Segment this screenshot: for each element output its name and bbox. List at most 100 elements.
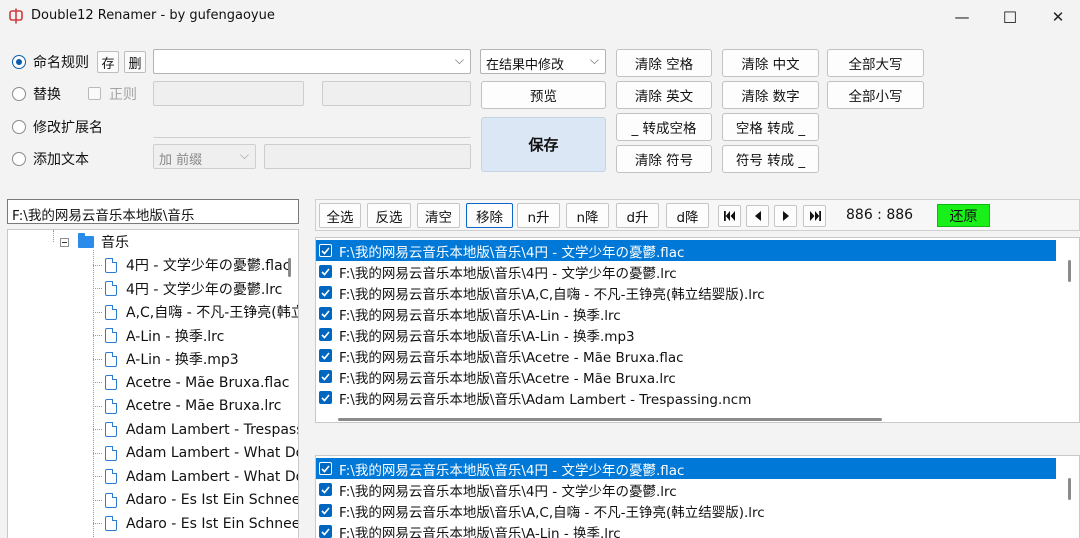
clear-space-button[interactable]: 清除 空格 [616,49,712,77]
file-icon [105,328,117,343]
regex-checkbox[interactable] [88,87,101,100]
tree-file-item[interactable]: Adaro - Es Ist Ein Schnee Gefallen.flac [93,489,298,511]
skip-first-icon[interactable] [718,205,741,227]
file-list-row[interactable]: F:\我的网易云音乐本地版\音乐\A,C,自嗨 - 不凡-王铮亮(韩立结婴版).… [316,282,1056,303]
sort-date-asc-button[interactable]: d升 [616,203,659,228]
delete-rule-button[interactable]: 删 [124,51,146,73]
invert-selection-button[interactable]: 反选 [367,203,411,228]
row-checkbox[interactable] [319,328,332,341]
add-text-field[interactable] [264,144,471,169]
space-to-underscore-button[interactable]: 空格 转成 _ [722,113,819,141]
file-path-label: F:\我的网易云音乐本地版\音乐\A-Lin - 换季.lrc [339,307,621,324]
naming-rule-radio[interactable] [12,55,26,69]
tree-file-item[interactable]: A-Lin - 换季.lrc [93,325,224,347]
tree-file-item[interactable]: 4円 - 文学少年の憂鬱.flac [93,254,290,276]
file-list-row[interactable]: F:\我的网易云音乐本地版\音乐\Adam Lambert - Trespass… [316,387,1056,408]
folder-tree[interactable]: 音乐 4円 - 文学少年の憂鬱.flac 4円 - 文学少年の憂鬱.lrc A,C,… [7,229,299,538]
all-upper-button[interactable]: 全部大写 [827,49,924,77]
tree-file-item[interactable]: A,C,自嗨 - 不凡-王铮亮(韩立结婴版).lrc [93,301,298,323]
naming-rule-combo[interactable]: ⌵ [153,49,471,74]
tree-file-item[interactable]: Adam Lambert - Trespassing.ncm [93,419,298,441]
replace-with-field[interactable] [322,81,471,106]
select-all-button[interactable]: 全选 [319,203,361,228]
tree-file-item[interactable]: Adaro - Es Ist Ein Schnee Gefallen.lrc [93,513,298,535]
close-button[interactable]: ✕ [1034,0,1080,34]
save-rule-button[interactable]: 存 [97,51,119,73]
mode-select[interactable]: 在结果中修改 ⌵ [480,49,606,74]
file-list-row[interactable]: F:\我的网易云音乐本地版\音乐\4円 - 文学少年の憂鬱.flac [316,240,1056,261]
row-checkbox[interactable] [319,504,332,517]
sort-name-desc-button[interactable]: n降 [566,203,609,228]
clear-chinese-button[interactable]: 清除 中文 [722,49,819,77]
symbol-to-underscore-button[interactable]: 符号 转成 _ [722,145,819,173]
all-lower-button[interactable]: 全部小写 [827,81,924,109]
file-list-row[interactable]: F:\我的网易云音乐本地版\音乐\Acetre - Mãe Bruxa.lrc [316,366,1056,387]
tree-scrollbar[interactable] [288,258,291,277]
skip-last-icon[interactable] [803,205,826,227]
maximize-button[interactable]: ☐ [986,0,1034,34]
row-checkbox[interactable] [319,349,332,362]
sort-name-asc-button[interactable]: n升 [517,203,560,228]
file-path-label: F:\我的网易云音乐本地版\音乐\4円 - 文学少年の憂鬱.flac [339,462,685,479]
next-icon[interactable] [774,205,797,227]
tree-file-item[interactable]: Adam Lambert - What Do You Want From Me.… [93,466,298,488]
file-list-row[interactable]: F:\我的网易云音乐本地版\音乐\Acetre - Mãe Bruxa.flac [316,345,1056,366]
tree-folder-music[interactable]: 音乐 [60,231,129,253]
row-checkbox[interactable] [319,462,332,475]
extension-field[interactable] [153,113,471,138]
modify-ext-radio[interactable] [12,120,26,134]
list-toolbar: 全选 反选 清空 移除 n升 n降 d升 d降 886 : 886 还原 [315,199,1080,231]
original-list-vscrollbar[interactable] [1068,260,1071,282]
row-checkbox[interactable] [319,391,332,404]
replace-find-field[interactable] [153,81,304,106]
row-checkbox[interactable] [319,244,332,257]
file-list-row[interactable]: F:\我的网易云音乐本地版\音乐\4円 - 文学少年の憂鬱.flac [316,458,1056,479]
file-icon [105,516,117,531]
restore-button[interactable]: 还原 [937,204,990,227]
result-list-vscrollbar[interactable] [1068,478,1071,500]
add-text-radio[interactable] [12,152,26,166]
save-button[interactable]: 保存 [481,117,606,172]
file-list-row[interactable]: F:\我的网易云音乐本地版\音乐\A-Lin - 换季.lrc [316,303,1056,324]
preview-button[interactable]: 预览 [481,81,606,109]
underscore-to-space-button[interactable]: _ 转成空格 [616,113,712,141]
clear-symbol-button[interactable]: 清除 符号 [616,145,712,173]
file-list-row[interactable]: F:\我的网易云音乐本地版\音乐\A,C,自嗨 - 不凡-王铮亮(韩立结婴版).… [316,500,1056,521]
tree-file-item[interactable]: Acetre - Mãe Bruxa.flac [93,372,290,394]
folder-path-field[interactable]: F:\我的网易云音乐本地版\音乐 [7,199,299,224]
file-list-row[interactable]: F:\我的网易云音乐本地版\音乐\4円 - 文学少年の憂鬱.lrc [316,261,1056,282]
checkmark-icon [321,267,330,276]
minimize-button[interactable]: — [938,0,986,34]
original-list-hscrollbar[interactable] [338,418,882,421]
tree-file-item[interactable]: Acetre - Mãe Bruxa.lrc [93,395,281,417]
row-checkbox[interactable] [319,525,332,538]
result-file-list[interactable]: F:\我的网易云音乐本地版\音乐\4円 - 文学少年の憂鬱.flac F:\我的网… [315,455,1080,538]
maximize-icon: ☐ [1002,7,1018,27]
clear-list-button[interactable]: 清空 [417,203,460,228]
sort-date-desc-button[interactable]: d降 [666,203,709,228]
row-checkbox[interactable] [319,265,332,278]
file-path-label: F:\我的网易云音乐本地版\音乐\A,C,自嗨 - 不凡-王铮亮(韩立结婴版).… [339,286,765,303]
tree-file-item[interactable]: A-Lin - 换季.mp3 [93,348,239,370]
checkmark-icon [321,330,330,339]
file-list-row[interactable]: F:\我的网易云音乐本地版\音乐\4円 - 文学少年の憂鬱.lrc [316,479,1056,500]
modify-ext-label: 修改扩展名 [33,120,103,136]
row-checkbox[interactable] [319,307,332,320]
row-checkbox[interactable] [319,286,332,299]
tree-file-item[interactable]: Adam Lambert - What Do You Want From Me.… [93,442,298,464]
file-list-row[interactable]: F:\我的网易云音乐本地版\音乐\A-Lin - 换季.mp3 [316,324,1056,345]
original-file-list[interactable]: F:\我的网易云音乐本地版\音乐\4円 - 文学少年の憂鬱.flac F:\我的网… [315,237,1080,423]
collapse-icon[interactable] [60,237,69,247]
replace-radio[interactable] [12,87,26,101]
clear-english-button[interactable]: 清除 英文 [616,81,712,109]
prev-icon[interactable] [746,205,769,227]
tree-file-item[interactable]: 4円 - 文学少年の憂鬱.lrc [93,278,282,300]
clear-digits-button[interactable]: 清除 数字 [722,81,819,109]
chevron-down-icon: ⌵ [589,53,599,67]
remove-button[interactable]: 移除 [466,203,513,228]
checkmark-icon [321,246,330,255]
file-list-row[interactable]: F:\我的网易云音乐本地版\音乐\A-Lin - 换季.lrc [316,521,1056,538]
row-checkbox[interactable] [319,370,332,383]
row-checkbox[interactable] [319,483,332,496]
add-position-select[interactable]: 加 前缀 ⌵ [153,144,256,169]
